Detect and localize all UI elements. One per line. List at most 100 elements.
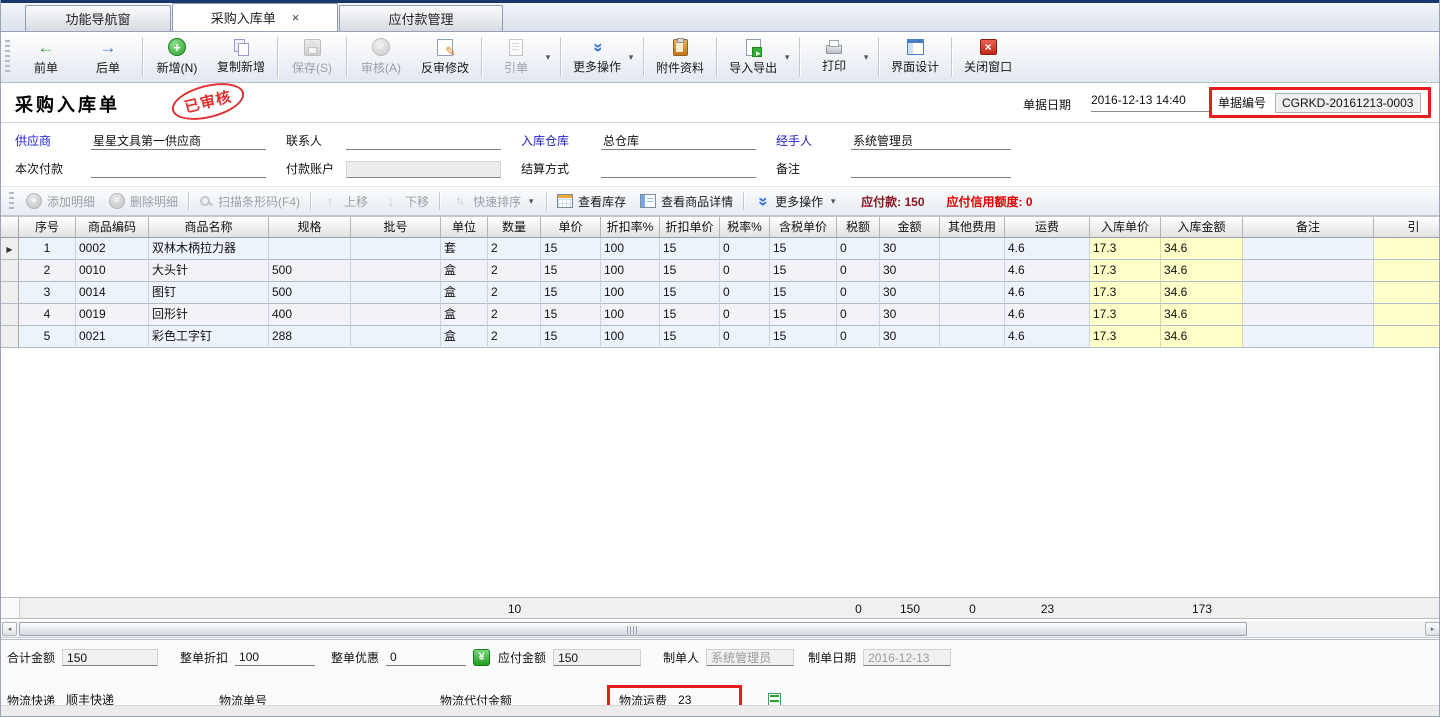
tab-close-icon[interactable] — [292, 10, 300, 25]
cell[interactable]: 0019 — [76, 304, 149, 326]
cell[interactable]: 1 — [19, 238, 76, 260]
cell[interactable] — [940, 260, 1005, 282]
cell[interactable]: 34.6 — [1161, 238, 1243, 260]
column-header[interactable]: 含税单价 — [770, 216, 837, 238]
cell[interactable]: 15 — [660, 260, 720, 282]
cell[interactable]: 15 — [660, 304, 720, 326]
cell[interactable]: 0 — [837, 282, 880, 304]
logistics-freight-field[interactable]: 23 — [674, 692, 730, 709]
cell[interactable]: 17.3 — [1090, 238, 1161, 260]
pull-doc-button[interactable]: 引单 — [485, 37, 557, 78]
cell[interactable]: 15 — [541, 282, 601, 304]
scroll-left-icon[interactable] — [2, 622, 17, 636]
column-header[interactable]: 运费 — [1005, 216, 1090, 238]
column-header[interactable]: 入库单价 — [1090, 216, 1161, 238]
cell[interactable]: 15 — [660, 238, 720, 260]
next-doc-button[interactable]: 后单 — [77, 36, 139, 78]
cell[interactable]: 0 — [837, 326, 880, 348]
total-amount-field[interactable]: 150 — [62, 649, 158, 666]
cell[interactable] — [1374, 304, 1440, 326]
cell[interactable]: 盒 — [441, 260, 488, 282]
new-button[interactable]: 新增(N) — [146, 36, 208, 78]
cell[interactable]: 100 — [601, 260, 660, 282]
cell[interactable]: 100 — [601, 326, 660, 348]
cell[interactable]: 0 — [837, 260, 880, 282]
cell[interactable] — [940, 326, 1005, 348]
cell[interactable]: 500 — [269, 260, 351, 282]
column-header[interactable]: 批号 — [351, 216, 441, 238]
cell[interactable]: 2 — [488, 304, 541, 326]
cell[interactable]: 15 — [770, 304, 837, 326]
cell[interactable]: 400 — [269, 304, 351, 326]
row-indicator[interactable] — [1, 326, 19, 348]
contact-field[interactable] — [346, 133, 501, 150]
cell[interactable] — [1374, 326, 1440, 348]
more-actions2-button[interactable]: 更多操作 — [747, 191, 845, 212]
cell[interactable] — [1374, 238, 1440, 260]
cell[interactable]: 0 — [837, 238, 880, 260]
cell[interactable]: 0 — [837, 304, 880, 326]
scrollbar-thumb[interactable] — [19, 622, 1247, 636]
cell[interactable]: 34.6 — [1161, 282, 1243, 304]
payment-account-field[interactable] — [346, 161, 501, 178]
cell[interactable]: 17.3 — [1090, 326, 1161, 348]
cell[interactable]: 2 — [19, 260, 76, 282]
cell[interactable]: 4.6 — [1005, 260, 1090, 282]
cell[interactable]: 17.3 — [1090, 282, 1161, 304]
cell[interactable]: 0 — [720, 260, 770, 282]
horizontal-scrollbar[interactable] — [1, 621, 1440, 638]
cell[interactable]: 大头针 — [149, 260, 269, 282]
column-header[interactable]: 入库金额 — [1161, 216, 1243, 238]
cell[interactable]: 34.6 — [1161, 260, 1243, 282]
discount-amount-field[interactable]: 0 — [386, 649, 466, 666]
freight-calc-icon[interactable] — [768, 693, 781, 708]
column-header[interactable]: 商品名称 — [149, 216, 269, 238]
close-window-button[interactable]: 关闭窗口 — [955, 37, 1021, 77]
cell[interactable]: 4.6 — [1005, 304, 1090, 326]
column-header[interactable]: 序号 — [19, 216, 76, 238]
cell[interactable]: 100 — [601, 304, 660, 326]
column-header[interactable]: 税额 — [837, 216, 880, 238]
cell[interactable]: 0002 — [76, 238, 149, 260]
cell[interactable]: 2 — [488, 260, 541, 282]
column-header[interactable]: 折扣单价 — [660, 216, 720, 238]
prev-doc-button[interactable]: 前单 — [15, 36, 77, 78]
cell[interactable] — [351, 304, 441, 326]
scroll-right-icon[interactable] — [1425, 622, 1440, 636]
print-button[interactable]: 打印 — [803, 38, 875, 76]
cell[interactable]: 30 — [880, 304, 940, 326]
cell[interactable]: 15 — [660, 282, 720, 304]
cell[interactable]: 500 — [269, 282, 351, 304]
cell[interactable] — [1243, 260, 1374, 282]
cell[interactable] — [1374, 260, 1440, 282]
cell[interactable]: 4.6 — [1005, 326, 1090, 348]
row-indicator[interactable] — [1, 238, 19, 260]
cell[interactable]: 30 — [880, 260, 940, 282]
cell[interactable]: 0010 — [76, 260, 149, 282]
cell[interactable]: 15 — [770, 260, 837, 282]
cell[interactable]: 0 — [720, 282, 770, 304]
cell[interactable]: 4.6 — [1005, 238, 1090, 260]
tab-payables[interactable]: 应付款管理 — [339, 5, 503, 31]
cell[interactable] — [1374, 282, 1440, 304]
ui-design-button[interactable]: 界面设计 — [882, 37, 948, 77]
cell[interactable]: 34.6 — [1161, 326, 1243, 348]
cell[interactable]: 17.3 — [1090, 260, 1161, 282]
cell[interactable] — [940, 238, 1005, 260]
row-indicator[interactable] — [1, 304, 19, 326]
column-header[interactable]: 金额 — [880, 216, 940, 238]
payment-field[interactable] — [91, 161, 266, 178]
cell[interactable]: 4.6 — [1005, 282, 1090, 304]
doc-number-field[interactable]: CGRKD-20161213-0003 — [1275, 93, 1421, 113]
detail-toolbar-grip-handle[interactable] — [9, 192, 14, 210]
copy-new-button[interactable]: 复制新增 — [208, 37, 274, 77]
logistics-trackno-field[interactable] — [274, 692, 424, 709]
cell[interactable]: 15 — [541, 260, 601, 282]
cell[interactable]: 30 — [880, 282, 940, 304]
cell[interactable]: 彩色工字钉 — [149, 326, 269, 348]
column-header[interactable]: 规格 — [269, 216, 351, 238]
warehouse-field[interactable]: 总仓库 — [601, 133, 756, 150]
column-header[interactable]: 折扣率% — [601, 216, 660, 238]
column-header[interactable]: 数量 — [488, 216, 541, 238]
cell[interactable]: 3 — [19, 282, 76, 304]
